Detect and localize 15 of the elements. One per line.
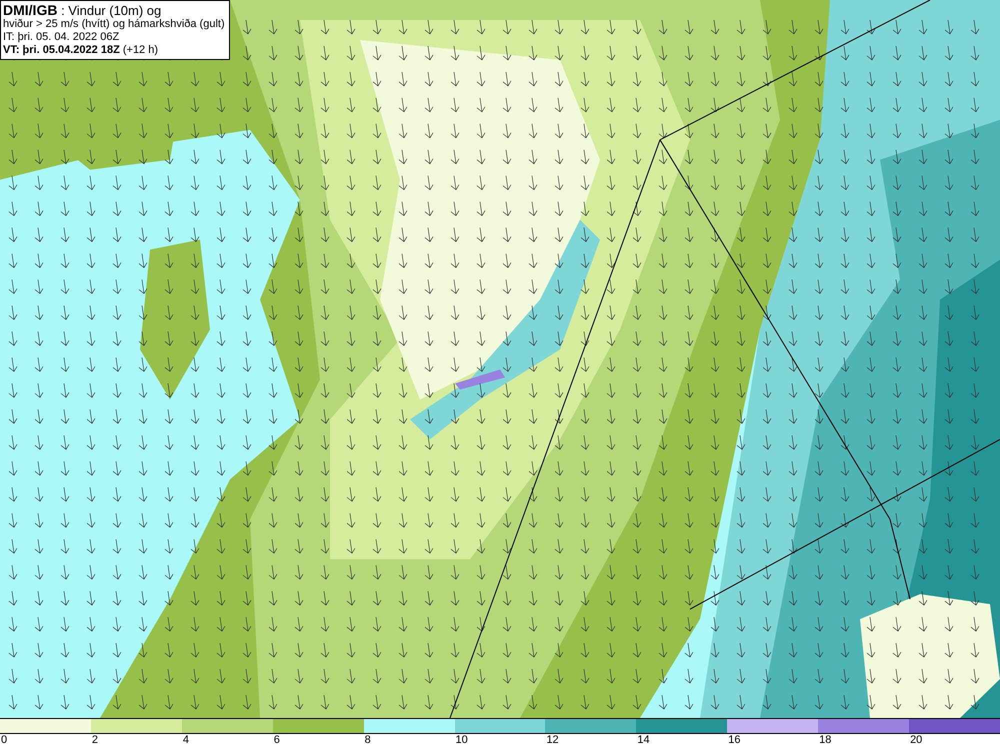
title-text: DMI/IGB : Vindur (10m) og <box>3 3 162 18</box>
legend-label: 14 <box>637 734 650 746</box>
legend-label: 4 <box>182 734 189 746</box>
legend-label: 16 <box>728 734 740 746</box>
legend-label: 8 <box>364 734 371 746</box>
legend-label: 18 <box>819 734 832 746</box>
legend-label: 0 <box>1 734 8 746</box>
title-text: IT: þri. 05. 04. 2022 06Z <box>3 31 120 44</box>
legend-label: 6 <box>274 734 280 746</box>
title-text: hviður > 25 m/s (hvítt) og hámarkshviða (gult) <box>3 18 225 31</box>
title-text: VT: þri. 05.04.2022 18Z (+12 h) <box>3 44 160 57</box>
legend-label: 10 <box>456 734 468 746</box>
legend-label: 12 <box>546 734 559 746</box>
legend-label: 20 <box>910 734 922 746</box>
legend-label: 2 <box>92 734 98 746</box>
